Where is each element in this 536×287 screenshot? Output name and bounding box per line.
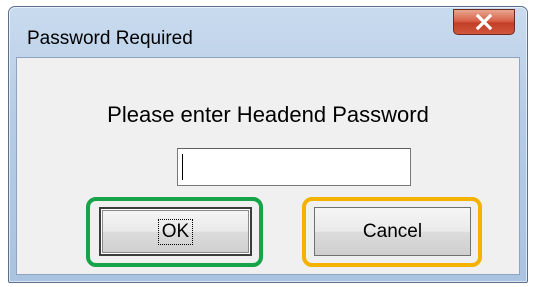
ok-button[interactable]: OK (99, 207, 252, 256)
cancel-button[interactable]: Cancel (314, 207, 471, 256)
text-cursor (182, 154, 183, 180)
close-button[interactable] (453, 9, 515, 35)
ok-button-label: OK (157, 218, 194, 245)
password-dialog-window: Password Required Please enter Headend P… (8, 6, 528, 283)
close-x-icon (475, 13, 493, 31)
dialog-content: Please enter Headend Password OK Cancel (16, 57, 520, 275)
window-title: Password Required (27, 28, 193, 49)
password-prompt: Please enter Headend Password (107, 102, 429, 127)
cancel-button-label: Cancel (362, 220, 423, 242)
password-input[interactable] (177, 148, 411, 186)
